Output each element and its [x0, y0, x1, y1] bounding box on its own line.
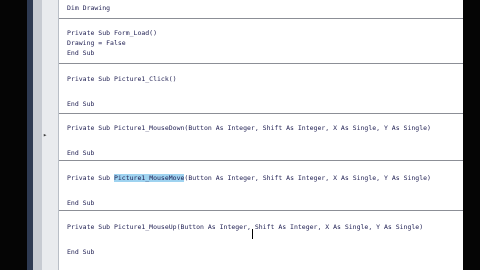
procedure-separator	[59, 63, 463, 64]
code-line[interactable]: Dim Drawing	[67, 4, 110, 12]
procedure-separator	[59, 113, 463, 114]
ibeam-cursor-icon	[252, 229, 256, 239]
code-editor[interactable]: Dim Drawing Private Sub Form_Load() Draw…	[58, 0, 463, 270]
code-line[interactable]: Private Sub Picture1_MouseDown(Button As…	[67, 124, 431, 132]
code-line[interactable]: End Sub	[67, 100, 94, 108]
code-segment: Private Sub	[67, 174, 114, 182]
code-line[interactable]: Private Sub Form_Load()	[67, 29, 157, 37]
code-line[interactable]: Private Sub Picture1_Click()	[67, 75, 177, 83]
letterbox-left	[0, 0, 27, 270]
procedure-separator	[59, 210, 463, 211]
procedure-separator	[59, 160, 463, 161]
code-line[interactable]: Drawing = False	[67, 39, 126, 47]
procedure-separator	[59, 18, 463, 19]
vb-ide-window: ▸ Dim Drawing Private Sub Form_Load() Dr…	[27, 0, 463, 270]
code-line[interactable]: End Sub	[67, 49, 94, 57]
code-line[interactable]: End Sub	[67, 248, 94, 256]
code-line[interactable]: End Sub	[67, 149, 94, 157]
letterbox-right	[462, 0, 480, 270]
code-line[interactable]: Private Sub Picture1_MouseMove(Button As…	[67, 174, 431, 182]
ide-side-panel	[33, 0, 42, 270]
code-line[interactable]: End Sub	[67, 199, 94, 207]
code-segment: (Button As Integer, Shift As Integer, X …	[184, 174, 431, 182]
selected-text[interactable]: Picture1_MouseMove	[113, 174, 185, 182]
split-marker-icon[interactable]: ▸	[43, 132, 47, 139]
code-line[interactable]: Private Sub Picture1_MouseUp(Button As I…	[67, 223, 423, 231]
